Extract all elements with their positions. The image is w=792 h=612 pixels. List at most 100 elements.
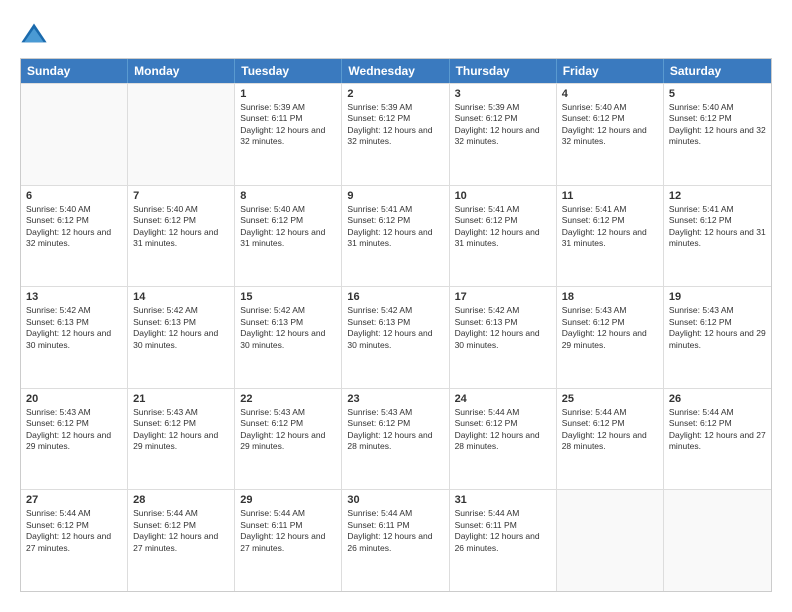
week-row-2: 6 Sunrise: 5:40 AMSunset: 6:12 PMDaylight…	[21, 185, 771, 287]
day-number: 17	[455, 291, 551, 303]
header-day-monday: Monday	[128, 59, 235, 83]
day-info: Sunrise: 5:42 AMSunset: 6:13 PMDaylight:…	[455, 305, 551, 351]
day-info: Sunrise: 5:39 AMSunset: 6:12 PMDaylight:…	[455, 102, 551, 148]
day-number: 3	[455, 88, 551, 100]
day-number: 10	[455, 190, 551, 202]
day-number: 8	[240, 190, 336, 202]
day-info: Sunrise: 5:41 AMSunset: 6:12 PMDaylight:…	[562, 204, 658, 250]
cal-cell: 26Sunrise: 5:44 AMSunset: 6:12 PMDayligh…	[664, 389, 771, 490]
cal-cell: 20 Sunrise: 5:43 AMSunset: 6:12 PMDayligh…	[21, 389, 128, 490]
day-info: Sunrise: 5:40 AMSunset: 6:12 PMDaylight:…	[240, 204, 336, 250]
day-number: 19	[669, 291, 766, 303]
day-info: Sunrise: 5:42 AMSunset: 6:13 PMDaylight:…	[133, 305, 229, 351]
logo-icon	[20, 20, 48, 48]
day-number: 23	[347, 393, 443, 405]
cal-cell: 25 Sunrise: 5:44 AMSunset: 6:12 PMDayligh…	[557, 389, 664, 490]
cal-cell	[557, 490, 664, 591]
header-day-friday: Friday	[557, 59, 664, 83]
day-number: 20	[26, 393, 122, 405]
day-number: 16	[347, 291, 443, 303]
cal-cell: 5 Sunrise: 5:40 AMSunset: 6:12 PMDaylight…	[664, 84, 771, 185]
cal-cell: 7Sunrise: 5:40 AMSunset: 6:12 PMDaylight…	[128, 186, 235, 287]
day-info: Sunrise: 5:44 AMSunset: 6:11 PMDaylight:…	[240, 508, 336, 554]
cal-cell: 8 Sunrise: 5:40 AMSunset: 6:12 PMDaylight…	[235, 186, 342, 287]
day-info: Sunrise: 5:44 AMSunset: 6:12 PMDaylight:…	[133, 508, 229, 554]
cal-cell: 11 Sunrise: 5:41 AMSunset: 6:12 PMDayligh…	[557, 186, 664, 287]
day-info: Sunrise: 5:41 AMSunset: 6:12 PMDaylight:…	[347, 204, 443, 250]
day-info: Sunrise: 5:43 AMSunset: 6:12 PMDaylight:…	[562, 305, 658, 351]
cal-cell: 17 Sunrise: 5:42 AMSunset: 6:13 PMDayligh…	[450, 287, 557, 388]
cal-cell: 16Sunrise: 5:42 AMSunset: 6:13 PMDayligh…	[342, 287, 449, 388]
cal-cell: 14Sunrise: 5:42 AMSunset: 6:13 PMDayligh…	[128, 287, 235, 388]
day-info: Sunrise: 5:43 AMSunset: 6:12 PMDaylight:…	[669, 305, 766, 351]
cal-cell: 15 Sunrise: 5:42 AMSunset: 6:13 PMDayligh…	[235, 287, 342, 388]
day-number: 4	[562, 88, 658, 100]
logo	[20, 20, 52, 48]
page: SundayMondayTuesdayWednesdayThursdayFrid…	[0, 0, 792, 612]
day-number: 11	[562, 190, 658, 202]
day-number: 2	[347, 88, 443, 100]
cal-cell: 4Sunrise: 5:40 AMSunset: 6:12 PMDaylight…	[557, 84, 664, 185]
day-number: 9	[347, 190, 443, 202]
day-info: Sunrise: 5:39 AMSunset: 6:12 PMDaylight:…	[347, 102, 443, 148]
calendar: SundayMondayTuesdayWednesdayThursdayFrid…	[20, 58, 772, 592]
day-info: Sunrise: 5:44 AMSunset: 6:11 PMDaylight:…	[455, 508, 551, 554]
week-row-1: 1 Sunrise: 5:39 AMSunset: 6:11 PMDaylight…	[21, 83, 771, 185]
day-info: Sunrise: 5:39 AMSunset: 6:11 PMDaylight:…	[240, 102, 336, 148]
cal-cell	[664, 490, 771, 591]
day-number: 30	[347, 494, 443, 506]
day-info: Sunrise: 5:41 AMSunset: 6:12 PMDaylight:…	[669, 204, 766, 250]
header-day-wednesday: Wednesday	[342, 59, 449, 83]
day-info: Sunrise: 5:41 AMSunset: 6:12 PMDaylight:…	[455, 204, 551, 250]
day-number: 22	[240, 393, 336, 405]
day-number: 28	[133, 494, 229, 506]
cal-cell: 31 Sunrise: 5:44 AMSunset: 6:11 PMDayligh…	[450, 490, 557, 591]
cal-cell: 6 Sunrise: 5:40 AMSunset: 6:12 PMDaylight…	[21, 186, 128, 287]
cal-cell: 18 Sunrise: 5:43 AMSunset: 6:12 PMDayligh…	[557, 287, 664, 388]
day-number: 6	[26, 190, 122, 202]
day-number: 5	[669, 88, 766, 100]
day-info: Sunrise: 5:43 AMSunset: 6:12 PMDaylight:…	[26, 407, 122, 453]
day-info: Sunrise: 5:40 AMSunset: 6:12 PMDaylight:…	[133, 204, 229, 250]
cal-cell: 29Sunrise: 5:44 AMSunset: 6:11 PMDayligh…	[235, 490, 342, 591]
day-number: 1	[240, 88, 336, 100]
day-info: Sunrise: 5:43 AMSunset: 6:12 PMDaylight:…	[347, 407, 443, 453]
calendar-body: 1 Sunrise: 5:39 AMSunset: 6:11 PMDaylight…	[21, 83, 771, 591]
cal-cell: 13Sunrise: 5:42 AMSunset: 6:13 PMDayligh…	[21, 287, 128, 388]
week-row-3: 13 Sunrise: 5:42 AMSunset: 6:13 PMDayligh…	[21, 286, 771, 388]
cal-cell: 21Sunrise: 5:43 AMSunset: 6:12 PMDayligh…	[128, 389, 235, 490]
cal-cell: 12 Sunrise: 5:41 AMSunset: 6:12 PMDayligh…	[664, 186, 771, 287]
cal-cell: 10 Sunrise: 5:41 AMSunset: 6:12 PMDayligh…	[450, 186, 557, 287]
day-info: Sunrise: 5:44 AMSunset: 6:12 PMDaylight:…	[455, 407, 551, 453]
day-info: Sunrise: 5:43 AMSunset: 6:12 PMDaylight:…	[240, 407, 336, 453]
day-info: Sunrise: 5:40 AMSunset: 6:12 PMDaylight:…	[26, 204, 122, 250]
day-info: Sunrise: 5:42 AMSunset: 6:13 PMDaylight:…	[240, 305, 336, 351]
day-number: 18	[562, 291, 658, 303]
cal-cell	[21, 84, 128, 185]
header-day-thursday: Thursday	[450, 59, 557, 83]
day-number: 13	[26, 291, 122, 303]
day-number: 31	[455, 494, 551, 506]
cal-cell: 27Sunrise: 5:44 AMSunset: 6:12 PMDayligh…	[21, 490, 128, 591]
cal-cell: 30Sunrise: 5:44 AMSunset: 6:11 PMDayligh…	[342, 490, 449, 591]
week-row-5: 27 Sunrise: 5:44 AMSunset: 6:12 PMDayligh…	[21, 489, 771, 591]
day-number: 25	[562, 393, 658, 405]
cal-cell: 28 Sunrise: 5:44 AMSunset: 6:12 PMDayligh…	[128, 490, 235, 591]
cal-cell: 23 Sunrise: 5:43 AMSunset: 6:12 PMDayligh…	[342, 389, 449, 490]
header-day-tuesday: Tuesday	[235, 59, 342, 83]
day-number: 21	[133, 393, 229, 405]
cal-cell: 24 Sunrise: 5:44 AMSunset: 6:12 PMDayligh…	[450, 389, 557, 490]
day-number: 15	[240, 291, 336, 303]
day-number: 12	[669, 190, 766, 202]
cal-cell: 19 Sunrise: 5:43 AMSunset: 6:12 PMDayligh…	[664, 287, 771, 388]
cal-cell: 1 Sunrise: 5:39 AMSunset: 6:11 PMDaylight…	[235, 84, 342, 185]
header-day-sunday: Sunday	[21, 59, 128, 83]
cal-cell: 22 Sunrise: 5:43 AMSunset: 6:12 PMDayligh…	[235, 389, 342, 490]
header-day-saturday: Saturday	[664, 59, 771, 83]
cal-cell	[128, 84, 235, 185]
day-info: Sunrise: 5:40 AMSunset: 6:12 PMDaylight:…	[669, 102, 766, 148]
day-number: 27	[26, 494, 122, 506]
day-number: 24	[455, 393, 551, 405]
day-info: Sunrise: 5:44 AMSunset: 6:12 PMDaylight:…	[562, 407, 658, 453]
day-info: Sunrise: 5:44 AMSunset: 6:12 PMDaylight:…	[669, 407, 766, 453]
